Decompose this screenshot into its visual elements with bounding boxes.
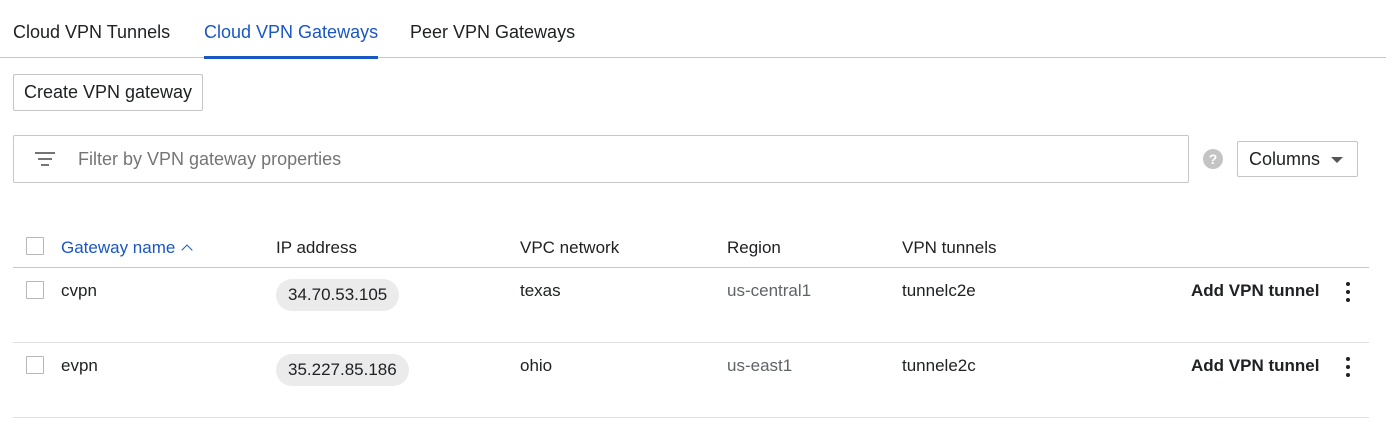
arrow-drop-down-icon: [1331, 157, 1343, 163]
table-row: evpn 35.227.85.186 ohio us-east1 tunnele…: [13, 343, 1369, 418]
add-vpn-tunnel-button[interactable]: Add VPN tunnel: [1191, 356, 1319, 376]
add-vpn-tunnel-button[interactable]: Add VPN tunnel: [1191, 281, 1319, 301]
vpn-tunnels-cell[interactable]: tunnele2c: [902, 356, 976, 376]
filter-input[interactable]: [78, 136, 1178, 182]
tab-peer-vpn-gateways[interactable]: Peer VPN Gateways: [410, 0, 575, 58]
filter-list-icon: [34, 150, 56, 168]
gateway-name-cell[interactable]: cvpn: [61, 281, 97, 301]
region-cell: us-central1: [727, 281, 812, 300]
more-vert-icon[interactable]: [1341, 281, 1355, 303]
help-icon[interactable]: ?: [1203, 149, 1223, 169]
column-header-vpc-network[interactable]: VPC network: [520, 238, 619, 258]
more-vert-icon[interactable]: [1341, 356, 1355, 378]
ip-address-chip: 34.70.53.105: [276, 279, 400, 311]
row-checkbox[interactable]: [26, 356, 44, 374]
create-vpn-gateway-button[interactable]: Create VPN gateway: [13, 74, 203, 111]
row-checkbox[interactable]: [26, 281, 44, 299]
tab-bar: Cloud VPN Tunnels Cloud VPN Gateways Pee…: [0, 0, 1386, 59]
tab-cloud-vpn-gateways[interactable]: Cloud VPN Gateways: [204, 0, 379, 59]
vpc-network-cell[interactable]: ohio: [520, 356, 552, 376]
ip-address-chip: 35.227.85.186: [276, 354, 409, 386]
filter-bar: [13, 135, 1189, 183]
sort-ascending-icon: [181, 244, 194, 256]
select-all-checkbox[interactable]: [26, 237, 44, 255]
column-header-vpn-tunnels[interactable]: VPN tunnels: [902, 238, 997, 258]
columns-button[interactable]: Columns: [1237, 141, 1358, 177]
region-cell: us-east1: [727, 356, 793, 375]
vpc-network-cell[interactable]: texas: [520, 281, 561, 301]
column-header-region[interactable]: Region: [727, 238, 781, 258]
tab-cloud-vpn-tunnels[interactable]: Cloud VPN Tunnels: [13, 0, 170, 58]
vpn-tunnels-cell[interactable]: tunnelc2e: [902, 281, 976, 301]
vpn-gateways-page: Cloud VPN Tunnels Cloud VPN Gateways Pee…: [0, 0, 1400, 438]
column-header-gateway-name-label: Gateway name: [61, 238, 176, 257]
table-header-row: Gateway name IP address VPC network Regi…: [13, 228, 1369, 268]
column-header-gateway-name[interactable]: Gateway name: [61, 238, 194, 258]
gateway-name-cell[interactable]: evpn: [61, 356, 98, 376]
columns-button-label: Columns: [1249, 149, 1321, 169]
column-header-ip-address[interactable]: IP address: [276, 238, 357, 258]
table-row: cvpn 34.70.53.105 texas us-central1 tunn…: [13, 268, 1369, 343]
